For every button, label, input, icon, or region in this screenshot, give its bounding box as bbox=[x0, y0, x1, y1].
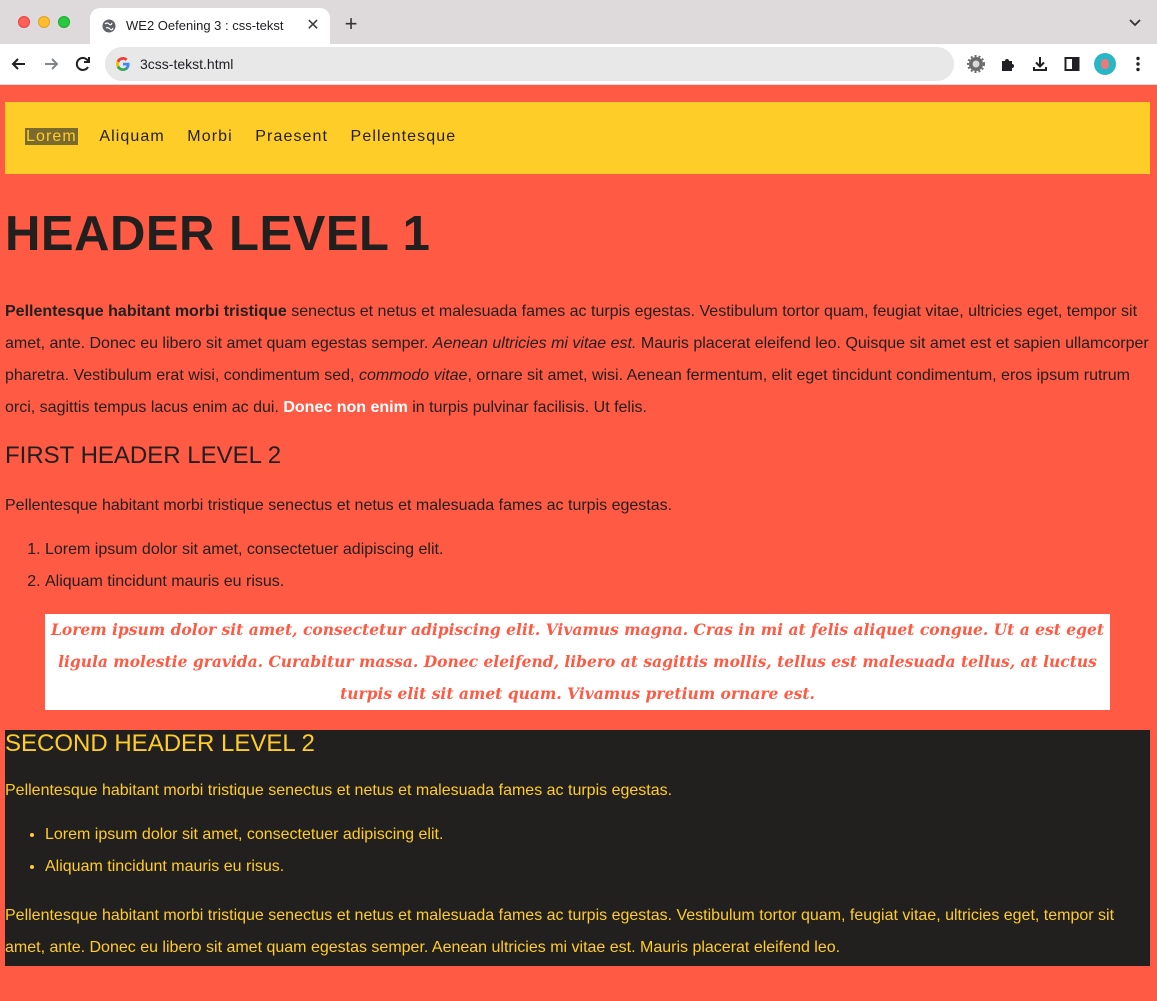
reload-icon[interactable] bbox=[73, 54, 93, 74]
extension-gear-icon[interactable] bbox=[966, 54, 986, 74]
nav-link-morbi[interactable]: Morbi bbox=[186, 128, 234, 145]
puzzle-icon[interactable] bbox=[998, 54, 1018, 74]
intro-italic-2: commodo vitae bbox=[358, 367, 468, 384]
list-item: Aliquam tincidunt mauris eu risus. bbox=[45, 566, 1150, 598]
intro-white-text: Donec non enim bbox=[283, 399, 408, 416]
address-bar[interactable]: 3css-tekst.html bbox=[105, 47, 954, 81]
side-panel-icon[interactable] bbox=[1062, 54, 1082, 74]
forward-arrow-icon[interactable] bbox=[41, 54, 61, 74]
second-section-paragraph: Pellentesque habitant morbi tristique se… bbox=[5, 782, 673, 799]
google-icon bbox=[116, 57, 130, 71]
nav-item-lorem: Lorem bbox=[25, 128, 78, 146]
nav-item-praesent: Praesent bbox=[254, 128, 329, 146]
nav-link-pellentesque[interactable]: Pellentesque bbox=[350, 128, 458, 145]
kebab-menu-icon[interactable] bbox=[1128, 54, 1148, 74]
blockquote: Lorem ipsum dolor sit amet, consectetur … bbox=[45, 614, 1110, 710]
intro-bold-text: Pellentesque habitant morbi tristique bbox=[5, 303, 287, 320]
intro-paragraph: Pellentesque habitant morbi tristique se… bbox=[5, 296, 1150, 424]
page-viewport: Lorem Aliquam Morbi Praesent Pellentesqu… bbox=[0, 85, 1157, 1001]
nav-link-praesent[interactable]: Praesent bbox=[254, 128, 329, 145]
minimize-window-button[interactable] bbox=[38, 16, 50, 28]
first-section-paragraph: Pellentesque habitant morbi tristique se… bbox=[5, 497, 673, 514]
intro-text-4: in turpis pulvinar facilisis. Ut felis. bbox=[407, 399, 647, 416]
unordered-list: Lorem ipsum dolor sit amet, consectetuer… bbox=[5, 819, 1150, 883]
nav-item-morbi: Morbi bbox=[186, 128, 234, 146]
nav-link-aliquam[interactable]: Aliquam bbox=[98, 128, 166, 145]
back-arrow-icon[interactable] bbox=[9, 54, 29, 74]
list-item: Lorem ipsum dolor sit amet, consectetuer… bbox=[45, 819, 1150, 851]
list-item: Lorem ipsum dolor sit amet, consectetuer… bbox=[45, 534, 1150, 566]
nav-link-lorem[interactable]: Lorem bbox=[25, 128, 78, 145]
ordered-list: Lorem ipsum dolor sit amet, consectetuer… bbox=[5, 534, 1150, 598]
download-icon[interactable] bbox=[1030, 54, 1050, 74]
intro-italic-1: Aenean ultricies mi vitae est. bbox=[432, 335, 637, 352]
page-body: Lorem Aliquam Morbi Praesent Pellentesqu… bbox=[0, 102, 1157, 966]
second-h2: SECOND HEADER LEVEL 2 bbox=[5, 730, 315, 757]
close-window-button[interactable] bbox=[18, 16, 30, 28]
nav-item-pellentesque: Pellentesque bbox=[350, 128, 458, 146]
dark-section: SECOND HEADER LEVEL 2 Pellentesque habit… bbox=[5, 730, 1150, 966]
list-item: Aliquam tincidunt mauris eu risus. bbox=[45, 851, 1150, 883]
browser-toolbar: 3css-tekst.html bbox=[0, 44, 1157, 84]
closing-paragraph: Pellentesque habitant morbi tristique se… bbox=[5, 907, 1115, 956]
url-text: 3css-tekst.html bbox=[140, 56, 234, 72]
nav-list: Lorem Aliquam Morbi Praesent Pellentesqu… bbox=[25, 128, 473, 146]
first-h2: FIRST HEADER LEVEL 2 bbox=[5, 442, 282, 469]
page-title: HEADER LEVEL 1 bbox=[5, 207, 431, 261]
tab-title: WE2 Oefening 3 : css-tekst bbox=[126, 18, 284, 33]
avatar[interactable] bbox=[1094, 53, 1116, 75]
active-tab[interactable]: WE2 Oefening 3 : css-tekst ✕ bbox=[90, 8, 330, 44]
tab-strip: WE2 Oefening 3 : css-tekst ✕ + bbox=[0, 0, 1157, 44]
chevron-down-icon[interactable] bbox=[1127, 14, 1143, 30]
top-navigation: Lorem Aliquam Morbi Praesent Pellentesqu… bbox=[5, 102, 1150, 174]
nav-item-aliquam: Aliquam bbox=[98, 128, 166, 146]
globe-icon bbox=[102, 19, 116, 33]
new-tab-icon[interactable]: + bbox=[340, 13, 362, 35]
tab-close-icon[interactable]: ✕ bbox=[304, 17, 322, 35]
maximize-window-button[interactable] bbox=[58, 16, 70, 28]
